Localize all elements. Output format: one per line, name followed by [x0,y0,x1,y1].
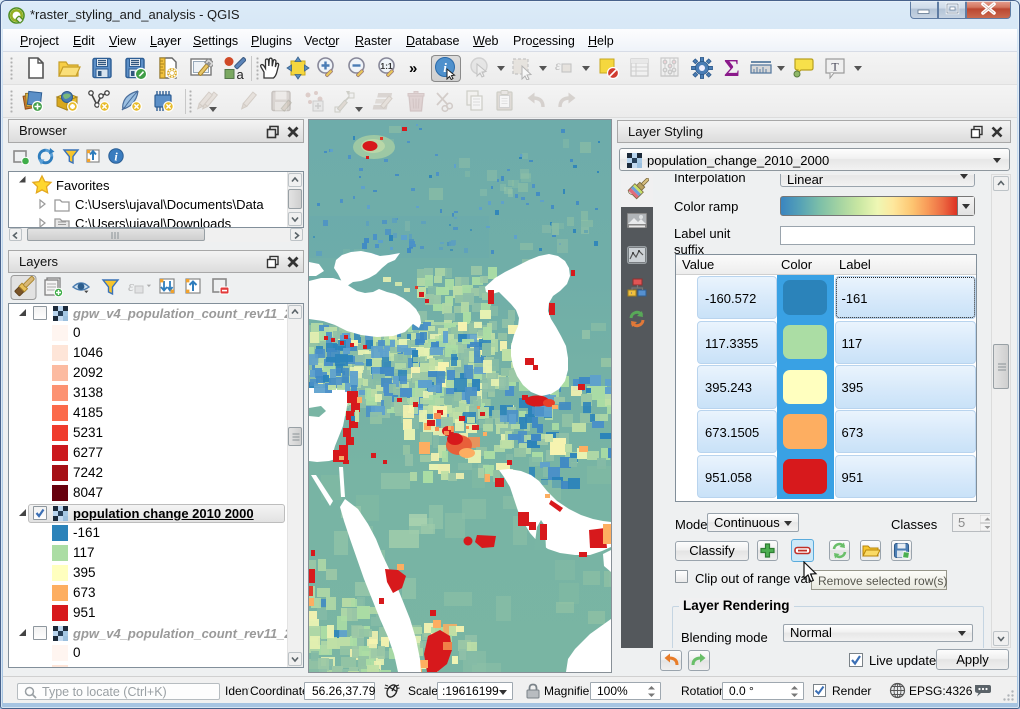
svg-text:T: T [831,60,839,74]
svg-text:C:\Users\ujaval\Downloads: C:\Users\ujaval\Downloads [75,216,232,227]
svg-text:Σ: Σ [724,56,740,80]
svg-text:ε: ε [128,279,134,295]
svg-text:1:1: 1:1 [380,61,393,71]
svg-text:Favorites: Favorites [56,178,110,193]
svg-text:ε: ε [555,59,561,74]
svg-text:a: a [237,67,245,80]
svg-text:C:\Users\ujaval\Documents\Data: C:\Users\ujaval\Documents\Data [75,197,264,212]
